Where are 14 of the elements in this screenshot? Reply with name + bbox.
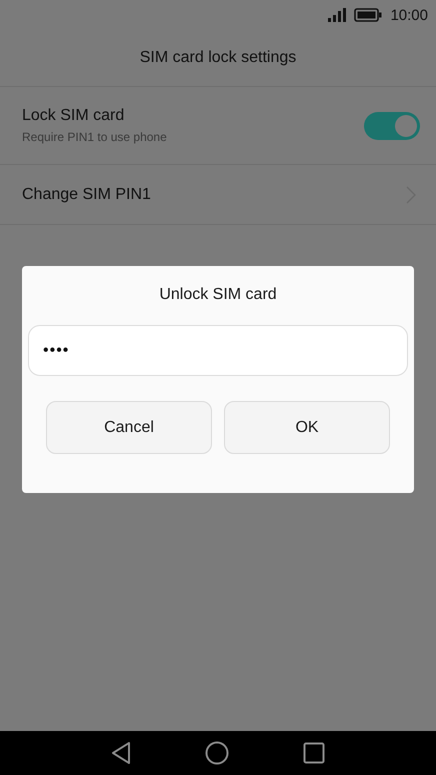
toggle-switch[interactable] — [364, 112, 420, 140]
setting-row[interactable]: Lock SIM card Require PIN1 to use phone — [0, 87, 436, 165]
pin-field[interactable]: •••• — [28, 325, 408, 376]
screen-title: SIM card lock settings — [140, 49, 296, 67]
dialog-button[interactable]: Cancel — [46, 401, 212, 454]
clock: 10:00 — [390, 6, 428, 24]
setting-row[interactable]: Change SIM PIN1 — [0, 165, 436, 225]
home-icon[interactable] — [205, 741, 229, 765]
back-icon[interactable] — [111, 742, 131, 764]
dialog-button[interactable]: OK — [224, 401, 390, 454]
signal-icon — [328, 8, 346, 22]
dialog-title: Unlock SIM card — [159, 286, 277, 304]
recents-icon[interactable] — [303, 742, 325, 764]
battery-icon — [354, 8, 382, 22]
